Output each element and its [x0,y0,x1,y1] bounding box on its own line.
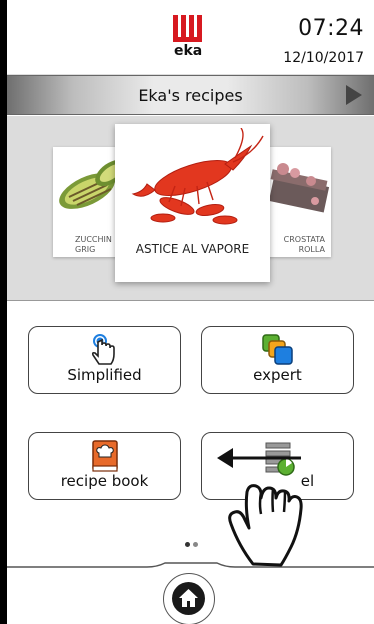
page-dot-active [185,542,190,547]
swipe-gesture-hand-icon [217,448,303,567]
clock-date: 12/10/2017 [283,50,364,66]
home-button-circle [172,582,205,615]
lobster-image [131,128,264,225]
home-icon [179,589,198,607]
recipe-card-lobster[interactable]: ASTICE AL VAPORE [115,124,270,282]
page-indicator [185,532,201,551]
recipe-book-button[interactable]: recipe book [28,432,181,500]
simplified-label: Simplified [67,366,142,384]
expert-label: expert [253,366,302,384]
expert-button[interactable]: expert [201,326,354,394]
bottom-bar [7,562,374,624]
recipe-carousel[interactable]: ZUCCHIN GRIG ASTICE AL VAPORE CROSTATA R… [7,116,374,301]
home-button[interactable] [163,573,215,624]
page-dot [193,542,198,547]
simplified-button[interactable]: Simplified [28,326,181,394]
logo-text: eka [174,43,203,59]
recipe-book-icon [91,440,118,472]
section-title-bar: Eka's recipes [7,75,374,115]
next-arrow-icon[interactable] [346,85,362,105]
recipe-book-label: recipe book [60,472,149,490]
clock-time: 07:24 [298,16,364,41]
touch-hand-icon [91,334,115,365]
section-title: Eka's recipes [138,86,243,105]
eka-logo: eka [169,13,209,63]
recipe-card-lobster-label: ASTICE AL VAPORE [135,242,250,256]
app-screen: eka 07:24 12/10/2017 Eka's recipes ZUCCH… [7,0,374,624]
layers-squares-icon [261,334,293,365]
top-bar: eka 07:24 12/10/2017 [7,0,374,75]
